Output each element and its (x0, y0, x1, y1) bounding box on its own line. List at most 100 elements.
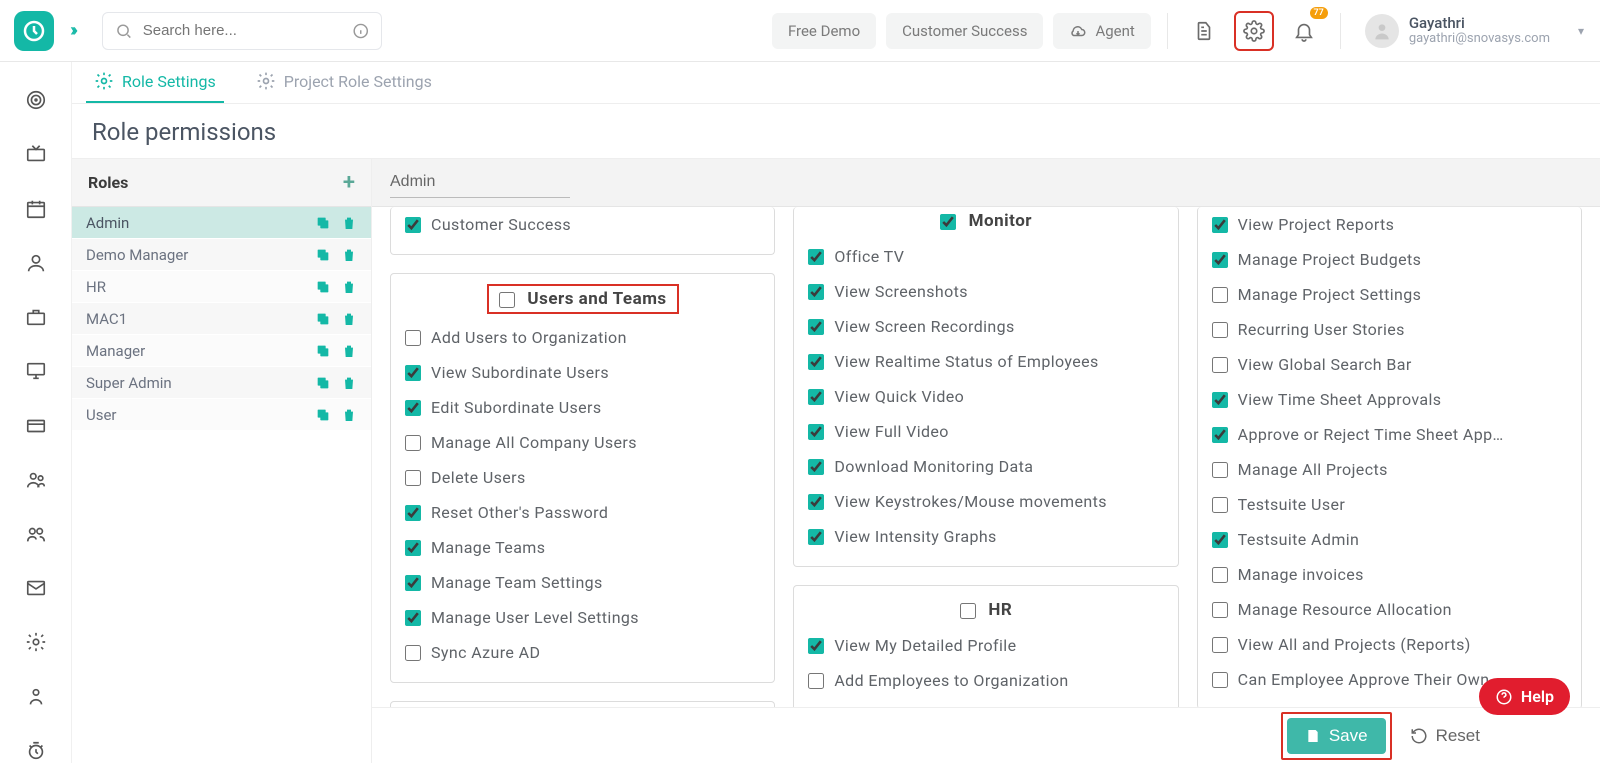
copy-icon[interactable] (315, 343, 331, 359)
role-row[interactable]: Manager (72, 335, 371, 367)
role-row[interactable]: Super Admin (72, 367, 371, 399)
perm-item[interactable]: Delete Users (405, 460, 760, 495)
nav-briefcase-icon[interactable] (23, 305, 49, 329)
nav-target-icon[interactable] (23, 88, 49, 112)
section-hr[interactable]: HR (808, 596, 1163, 628)
role-row[interactable]: MAC1 (72, 303, 371, 335)
perm-item[interactable]: Testsuite Admin (1212, 522, 1567, 557)
info-icon[interactable] (352, 22, 370, 40)
nav-settings-icon[interactable] (23, 630, 49, 654)
perm-item[interactable]: Manage Team Settings (405, 565, 760, 600)
perm-item[interactable]: View Full Video (808, 414, 1163, 449)
perm-item[interactable]: Add Users to Organization (405, 320, 760, 355)
user-menu[interactable]: Gayathri gayathri@snovasys.com ▾ (1365, 14, 1584, 48)
perm-item[interactable]: View Subordinate Users (405, 355, 760, 390)
role-row[interactable]: HR (72, 271, 371, 303)
role-row[interactable]: User (72, 399, 371, 431)
perm-item[interactable]: Testsuite User (1212, 487, 1567, 522)
add-role-button[interactable]: + (343, 170, 355, 195)
settings-icon[interactable] (1234, 11, 1274, 51)
delete-icon[interactable] (341, 407, 357, 423)
nav-person-icon[interactable] (23, 251, 49, 275)
nav-mail-icon[interactable] (23, 576, 49, 600)
copy-icon[interactable] (315, 311, 331, 327)
app-logo[interactable] (14, 11, 54, 51)
perm-item[interactable]: Manage Resource Allocation (1212, 592, 1567, 627)
role-row[interactable]: Admin (72, 207, 371, 239)
delete-icon[interactable] (341, 343, 357, 359)
avatar (1365, 14, 1399, 48)
copy-icon[interactable] (315, 407, 331, 423)
roles-header: Roles + (72, 159, 371, 207)
perm-item[interactable]: Manage All Company Users (405, 425, 760, 460)
gear-icon (256, 71, 276, 91)
free-demo-button[interactable]: Free Demo (772, 13, 876, 49)
nav-people-icon[interactable] (23, 468, 49, 492)
perm-item[interactable]: Download Monitoring Data (808, 449, 1163, 484)
perm-item[interactable]: Manage All Projects (1212, 452, 1567, 487)
delete-icon[interactable] (341, 375, 357, 391)
reset-button[interactable]: Reset (1410, 726, 1480, 746)
nav-card-icon[interactable] (23, 413, 49, 437)
perm-item[interactable]: Recurring User Stories (1212, 312, 1567, 347)
perm-item[interactable]: View Realtime Status of Employees (808, 344, 1163, 379)
section-users-and-teams[interactable]: Users and Teams (487, 284, 679, 314)
customer-success-button[interactable]: Customer Success (886, 13, 1043, 49)
search-input[interactable] (143, 22, 342, 39)
perm-item[interactable]: Reset Other's Password (405, 495, 760, 530)
perm-item[interactable]: View Project Reports (1212, 207, 1567, 242)
perm-item[interactable]: View Intensity Graphs (808, 519, 1163, 554)
perm-item[interactable]: View Time Sheet Approvals (1212, 382, 1567, 417)
copy-icon[interactable] (315, 215, 331, 231)
perm-item[interactable]: View Global Search Bar (1212, 347, 1567, 382)
perm-item[interactable]: Edit Subordinate Users (405, 390, 760, 425)
perm-item[interactable]: Manage invoices (1212, 557, 1567, 592)
save-button[interactable]: Save (1287, 718, 1386, 754)
section-monitor[interactable]: Monitor (808, 207, 1163, 239)
nav-monitor-icon[interactable] (23, 359, 49, 383)
nav-tv-icon[interactable] (23, 142, 49, 166)
perm-item[interactable]: View Screenshots (808, 274, 1163, 309)
user-email: gayathri@snovasys.com (1409, 31, 1550, 46)
perm-item[interactable]: Manage Project Settings (1212, 277, 1567, 312)
copy-icon[interactable] (315, 247, 331, 263)
nav-calendar-icon[interactable] (23, 196, 49, 220)
sidebar-expand-icon[interactable]: ››› (70, 20, 74, 41)
tab-label: Project Role Settings (284, 72, 432, 91)
copy-icon[interactable] (315, 279, 331, 295)
role-name-input[interactable] (390, 167, 570, 198)
page-title: Role permissions (72, 104, 1600, 158)
agent-button[interactable]: Agent (1053, 13, 1150, 49)
perm-item[interactable]: Manage User Level Settings (405, 600, 760, 635)
delete-icon[interactable] (341, 311, 357, 327)
delete-icon[interactable] (341, 215, 357, 231)
perm-item[interactable]: Office TV (808, 239, 1163, 274)
perm-item[interactable]: View Quick Video (808, 379, 1163, 414)
tab-project-role-settings[interactable]: Project Role Settings (248, 61, 440, 103)
perm-item[interactable]: View All and Projects (Reports) (1212, 627, 1567, 662)
perm-item[interactable]: Customer Success (405, 207, 760, 242)
delete-icon[interactable] (341, 247, 357, 263)
role-row[interactable]: Demo Manager (72, 239, 371, 271)
nav-clock-icon[interactable] (23, 739, 49, 763)
perm-item[interactable]: Sync Azure AD (405, 635, 760, 670)
delete-icon[interactable] (341, 279, 357, 295)
perm-item[interactable]: Add Employees to Organization (808, 663, 1163, 698)
nav-team-icon[interactable] (23, 522, 49, 546)
copy-icon[interactable] (315, 375, 331, 391)
perm-item[interactable]: Manage Teams (405, 530, 760, 565)
perm-item[interactable]: Approve or Reject Time Sheet App… (1212, 417, 1567, 452)
perm-item[interactable]: View Keystrokes/Mouse movements (808, 484, 1163, 519)
perm-item[interactable]: View Screen Recordings (808, 309, 1163, 344)
help-button[interactable]: Help (1479, 678, 1570, 715)
search-icon (115, 22, 133, 40)
tab-role-settings[interactable]: Role Settings (86, 61, 224, 103)
notifications-icon[interactable]: 77 (1284, 11, 1324, 51)
document-icon[interactable] (1184, 11, 1224, 51)
user-name: Gayathri (1409, 15, 1550, 32)
chevron-down-icon: ▾ (1578, 24, 1584, 38)
perm-item[interactable]: Manage Project Budgets (1212, 242, 1567, 277)
perm-item[interactable]: View My Detailed Profile (808, 628, 1163, 663)
roles-panel: Roles + AdminDemo ManagerHRMAC1ManagerSu… (72, 159, 372, 763)
nav-profile-icon[interactable] (23, 685, 49, 709)
